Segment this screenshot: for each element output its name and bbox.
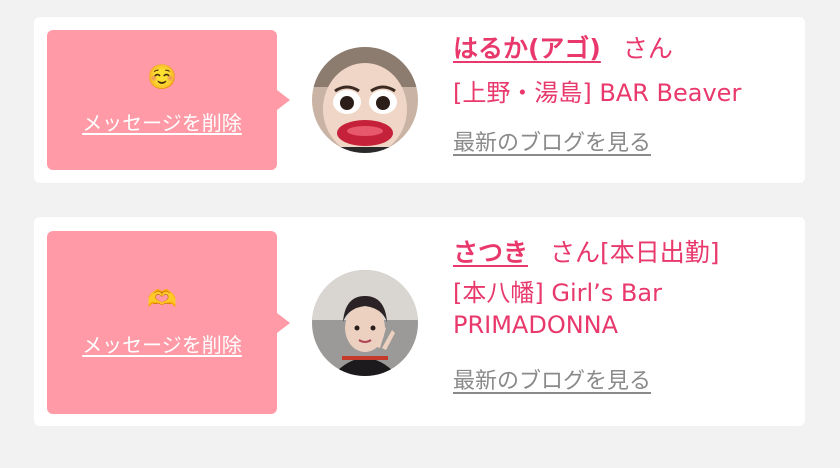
cast-info: はるか(アゴ) さん [上野・湯島] BAR Beaver 最新のブログを見る: [453, 31, 785, 157]
message-bubble: ☺️ メッセージを削除: [47, 30, 290, 170]
message-card: 🫶 メッセージを削除 さつき さん[本日出勤] [本八幡] Girl’s Bar …: [34, 217, 805, 426]
latest-blog-link[interactable]: 最新のブログを見る: [453, 125, 651, 157]
shop-name: [本八幡] Girl’s Bar PRIMADONNA: [453, 279, 662, 339]
cast-info: さつき さん[本日出勤] [本八幡] Girl’s Bar PRIMADONNA …: [453, 235, 785, 395]
avatar[interactable]: [312, 270, 418, 376]
message-emoji: 🫶: [147, 285, 177, 313]
cast-name-link[interactable]: さつき: [453, 238, 528, 267]
name-line: さつき さん[本日出勤]: [453, 235, 785, 271]
message-card: ☺️ メッセージを削除 はるか(アゴ) さん [上野・湯島] BAR Beaver…: [34, 17, 805, 183]
honorific: さん: [622, 34, 673, 63]
latest-blog-link[interactable]: 最新のブログを見る: [453, 363, 651, 395]
honorific: さん: [550, 238, 601, 267]
message-emoji: ☺️: [147, 62, 177, 91]
delete-message-link[interactable]: メッセージを削除: [82, 329, 242, 358]
avatar[interactable]: [312, 47, 418, 153]
name-line: はるか(アゴ) さん: [453, 31, 785, 67]
cast-name-link[interactable]: はるか(アゴ): [453, 34, 601, 63]
delete-message-link[interactable]: メッセージを削除: [82, 107, 242, 136]
work-status: [本日出勤]: [600, 238, 720, 267]
shop-name: [上野・湯島] BAR Beaver: [453, 79, 742, 107]
message-bubble: 🫶 メッセージを削除: [47, 231, 290, 414]
